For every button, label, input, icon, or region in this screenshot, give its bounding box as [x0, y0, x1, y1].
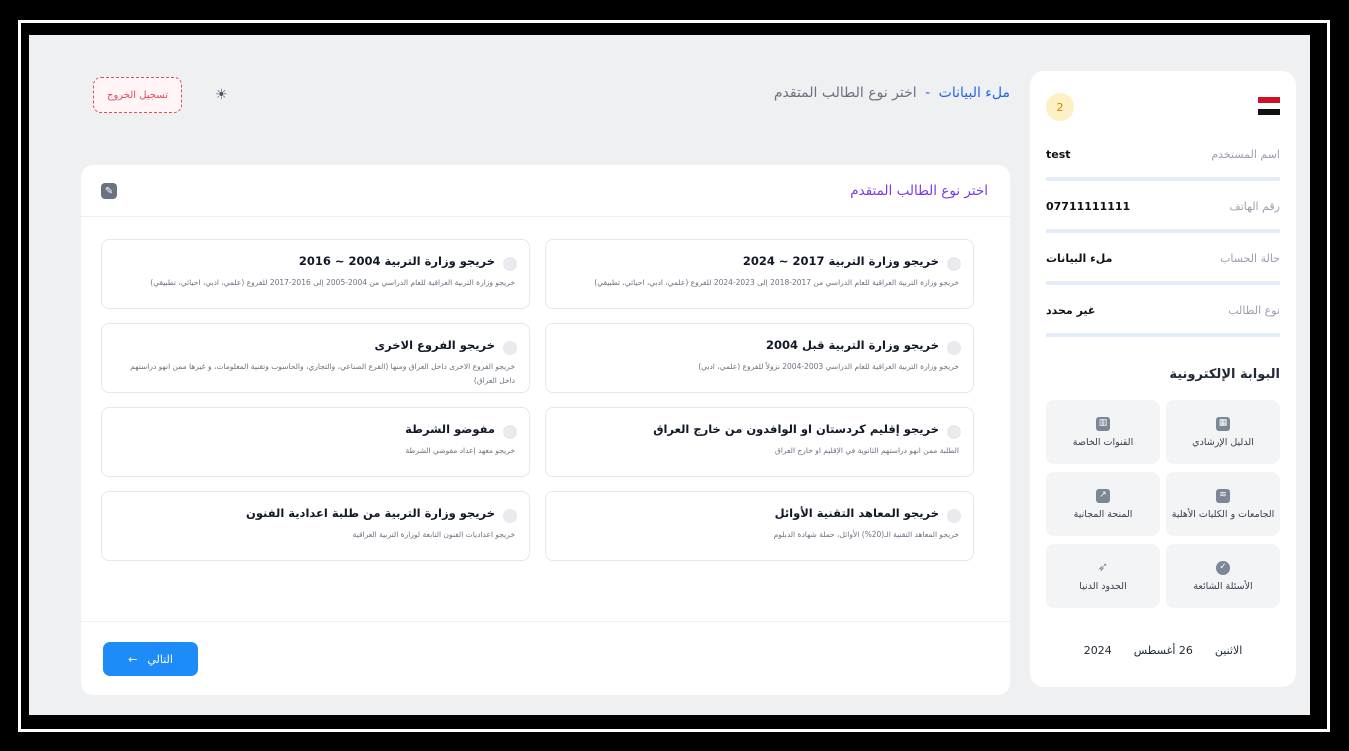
- tile-private-universities[interactable]: ≋ الجامعات و الكليات الأهلية: [1166, 472, 1280, 536]
- option-title: خريجو وزارة التربية قبل 2004: [766, 338, 939, 352]
- breadcrumb-separator: -: [925, 85, 931, 101]
- info-label: رقم الهاتف: [1229, 199, 1280, 213]
- channels-icon: ▥: [1096, 416, 1110, 431]
- breadcrumb: ملء البيانات - اختر نوع الطالب المتقدم: [774, 85, 1010, 101]
- option-description: خريجو وزارة التربية العراقية للعام الدرا…: [698, 362, 959, 371]
- radio-button[interactable]: [947, 257, 961, 271]
- breadcrumb-current: اختر نوع الطالب المتقدم: [773, 85, 917, 101]
- wifi-icon: ≋: [1216, 488, 1230, 503]
- option-title: خريجو وزارة التربية من طلبة اعدادية الفن…: [246, 506, 495, 520]
- option-item[interactable]: خريجو وزارة التربية قبل 2004 خريجو وزارة…: [545, 323, 974, 393]
- tile-label: الدليل الإرشادي: [1192, 436, 1254, 448]
- option-title: خريجو الفروع الاخرى: [374, 338, 495, 352]
- tile-private-channels[interactable]: ▥ القنوات الخاصة: [1046, 400, 1160, 464]
- option-description: خريجو وزارة التربية العراقية للعام الدرا…: [150, 278, 515, 287]
- option-item[interactable]: خريجو وزارة التربية 2004 ~ 2016 خريجو وز…: [101, 239, 530, 309]
- tile-label: الحدود الدنيا: [1079, 580, 1127, 592]
- info-value: ملء البيانات: [1046, 251, 1113, 265]
- iraq-flag-icon: [1258, 97, 1280, 115]
- option-description: خريجو الفروع الاخرى داخل العراق ومنها (ا…: [130, 362, 515, 385]
- tile-label: الأسئلة الشائعة: [1193, 580, 1253, 592]
- info-row-username: اسم المستخدم test: [1046, 131, 1280, 181]
- tile-free-scholarship[interactable]: ↗ المنحة المجانية: [1046, 472, 1160, 536]
- option-item[interactable]: خريجو وزارة التربية 2017 ~ 2024 خريجو وز…: [545, 239, 974, 309]
- radio-button[interactable]: [503, 341, 517, 355]
- option-description: خريجو وزارة التربية العراقية للعام الدرا…: [594, 278, 959, 287]
- tile-min-limits[interactable]: ➶ الحدود الدنيا: [1046, 544, 1160, 608]
- radio-button[interactable]: [503, 257, 517, 271]
- radio-button[interactable]: [947, 509, 961, 523]
- student-type-options: خريجو وزارة التربية 2017 ~ 2024 خريجو وز…: [101, 239, 974, 561]
- calendar-icon: ▦: [1216, 416, 1230, 431]
- info-label: حالة الحساب: [1220, 251, 1280, 265]
- option-title: مفوضو الشرطة: [405, 422, 495, 436]
- info-row-phone: رقم الهاتف 07711111111: [1046, 183, 1280, 233]
- next-label: التالي: [147, 652, 173, 666]
- rocket-icon: ➶: [1097, 560, 1109, 575]
- info-label: اسم المستخدم: [1211, 147, 1280, 161]
- option-title: خريجو المعاهد التقنية الأوائل: [774, 506, 939, 520]
- sidebar: 2 اسم المستخدم test رقم الهاتف 077111111…: [1030, 71, 1296, 687]
- card-header: اختر نوع الطالب المتقدم ✎: [81, 165, 1010, 217]
- chart-icon: ↗: [1096, 488, 1110, 503]
- current-date: الاثنين 26 أغسطس 2024: [1030, 644, 1296, 657]
- option-title: خريجو وزارة التربية 2004 ~ 2016: [298, 254, 495, 268]
- option-item[interactable]: مفوضو الشرطة خريجو معهد إعداد مفوضي الشر…: [101, 407, 530, 477]
- page-header: ملء البيانات - اختر نوع الطالب المتقدم ☀…: [29, 71, 1010, 131]
- notification-badge[interactable]: 2: [1046, 93, 1074, 121]
- tile-label: القنوات الخاصة: [1072, 436, 1134, 448]
- option-description: خريجو المعاهد التقنية الـ(20%) الأوائل، …: [773, 530, 959, 539]
- student-type-card: اختر نوع الطالب المتقدم ✎ خريجو وزارة ال…: [81, 165, 1010, 695]
- sun-icon[interactable]: ☀: [215, 87, 228, 103]
- edit-icon[interactable]: ✎: [101, 183, 117, 199]
- tile-label: المنحة المجانية: [1073, 508, 1133, 520]
- sidebar-top: 2: [1046, 83, 1280, 131]
- tile-faq[interactable]: ✓ الأسئلة الشائعة: [1166, 544, 1280, 608]
- info-label: نوع الطالب: [1228, 303, 1280, 317]
- tile-label: الجامعات و الكليات الأهلية: [1171, 508, 1275, 520]
- next-button[interactable]: التالي ←: [103, 642, 198, 676]
- info-row-student-type: نوع الطالب غير محدد: [1046, 287, 1280, 337]
- portal-title: البوابة الإلكترونية: [1169, 367, 1280, 382]
- date-day: الاثنين: [1214, 644, 1243, 657]
- option-title: خريجو وزارة التربية 2017 ~ 2024: [742, 254, 939, 268]
- app-window: 2 اسم المستخدم test رقم الهاتف 077111111…: [29, 35, 1310, 715]
- option-item[interactable]: خريجو المعاهد التقنية الأوائل خريجو المع…: [545, 491, 974, 561]
- portal-tiles: ▦ الدليل الإرشادي ▥ القنوات الخاصة ≋ الج…: [1046, 400, 1280, 608]
- radio-button[interactable]: [947, 425, 961, 439]
- card-title: اختر نوع الطالب المتقدم: [850, 183, 988, 199]
- option-item[interactable]: خريجو الفروع الاخرى خريجو الفروع الاخرى …: [101, 323, 530, 393]
- option-item[interactable]: خريجو وزارة التربية من طلبة اعدادية الفن…: [101, 491, 530, 561]
- card-footer: التالي ←: [81, 621, 1010, 695]
- screen-background: 2 اسم المستخدم test رقم الهاتف 077111111…: [0, 0, 1349, 751]
- info-row-account-status: حالة الحساب ملء البيانات: [1046, 235, 1280, 285]
- radio-button[interactable]: [947, 341, 961, 355]
- logout-button[interactable]: تسجيل الخروج: [93, 77, 182, 113]
- radio-button[interactable]: [503, 425, 517, 439]
- option-description: خريجو اعداديات الفنون التابعة لوزارة الت…: [352, 530, 515, 539]
- date-year: 2024: [1083, 644, 1112, 657]
- info-value: test: [1046, 147, 1071, 161]
- option-item[interactable]: خريجو إقليم كردستان او الوافدون من خارج …: [545, 407, 974, 477]
- date-day-month: 26 أغسطس: [1133, 644, 1193, 657]
- shield-icon: ✓: [1216, 560, 1230, 575]
- option-description: خريجو معهد إعداد مفوضي الشرطة: [405, 446, 515, 455]
- option-title: خريجو إقليم كردستان او الوافدون من خارج …: [653, 422, 939, 436]
- radio-button[interactable]: [503, 509, 517, 523]
- breadcrumb-main[interactable]: ملء البيانات: [939, 85, 1010, 101]
- option-description: الطلبة ممن انهو دراستهم الثانوية في الإق…: [775, 446, 959, 455]
- info-value: غير محدد: [1046, 303, 1096, 317]
- tile-guide[interactable]: ▦ الدليل الإرشادي: [1166, 400, 1280, 464]
- info-value: 07711111111: [1046, 199, 1131, 213]
- arrow-left-icon: ←: [128, 652, 138, 666]
